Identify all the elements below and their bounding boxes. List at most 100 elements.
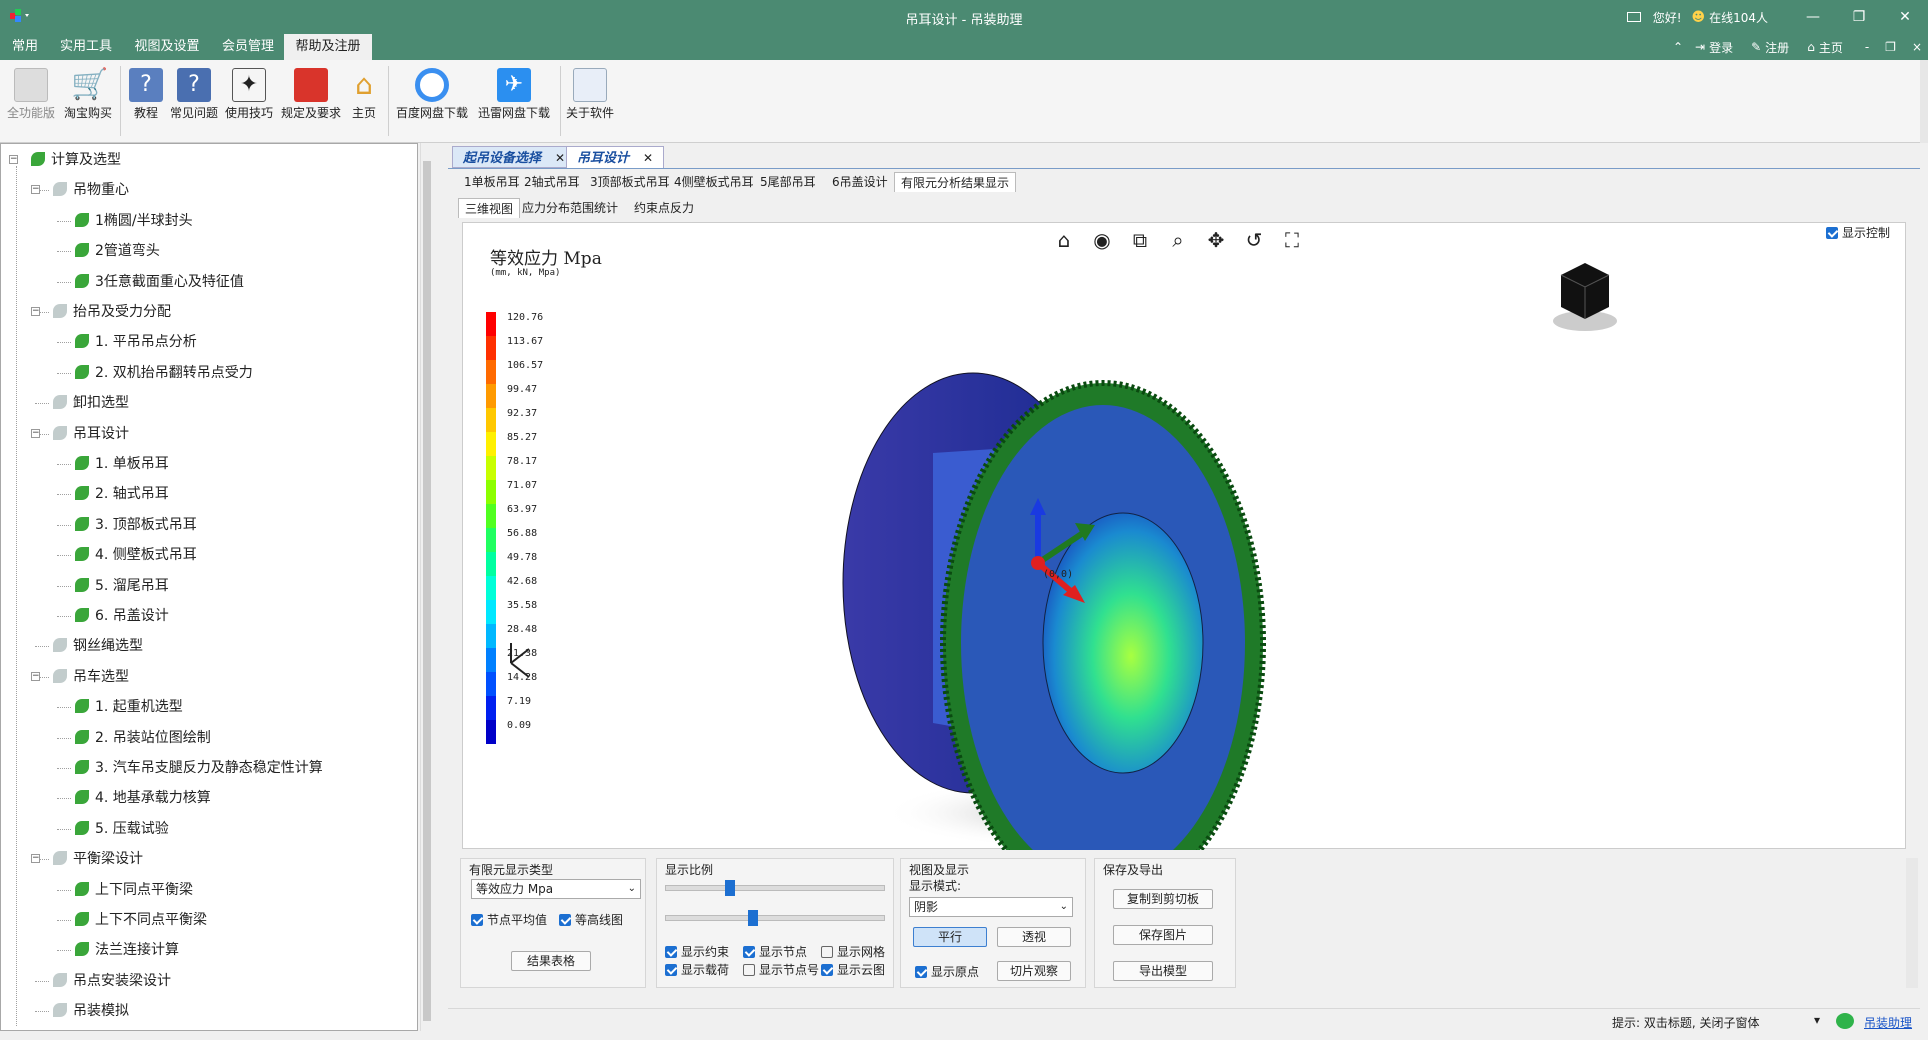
export-model-button[interactable]: 导出模型 [1113, 961, 1213, 981]
checkbox-box[interactable] [915, 966, 927, 978]
maximize-button[interactable]: ❐ [1836, 0, 1882, 34]
slider-thumb[interactable] [724, 880, 735, 896]
home-view-icon[interactable]: ⌂ [1052, 228, 1076, 252]
tree-item[interactable]: 2. 吊装站位图绘制 [75, 726, 211, 750]
minimize-button[interactable]: — [1790, 0, 1836, 34]
scale-slider-1[interactable] [665, 880, 885, 896]
lug-tab[interactable]: 4侧壁板式吊耳 [668, 172, 760, 192]
rules-button[interactable]: 规定及要求 [280, 64, 342, 140]
copy-clipboard-button[interactable]: 复制到剪切板 [1113, 889, 1213, 909]
zoom-icon[interactable]: ⌕ [1166, 228, 1190, 252]
slider-thumb[interactable] [747, 910, 758, 926]
checkbox-box[interactable] [665, 964, 677, 976]
tree-item[interactable]: 吊点安装梁设计 [53, 969, 171, 993]
tab-common[interactable]: 常用 [0, 34, 50, 60]
tree-item[interactable]: 5. 溜尾吊耳 [75, 574, 169, 598]
tree-item[interactable]: 上下不同点平衡梁 [75, 908, 207, 932]
home-button[interactable]: ⌂ 主页 [346, 64, 382, 140]
checkbox-box[interactable] [821, 964, 833, 976]
checkbox-box[interactable] [665, 946, 677, 958]
mdi-restore-icon[interactable]: ❐ [1885, 40, 1896, 54]
tab-tools[interactable]: 实用工具 [50, 34, 122, 60]
home-link[interactable]: 主页 [1819, 39, 1843, 56]
tree-expander[interactable]: − [31, 307, 40, 316]
lug-tab[interactable]: 1单板吊耳 [458, 172, 526, 192]
pan-icon[interactable]: ✥ [1204, 228, 1228, 252]
tree-item[interactable]: 1椭圆/半球封头 [75, 209, 193, 233]
about-button[interactable]: 关于软件 [564, 64, 616, 140]
tree-item[interactable]: 3. 汽车吊支腿反力及静态稳定性计算 [75, 756, 323, 780]
scale-option-checkbox[interactable]: 显示载荷 [665, 961, 729, 978]
tree-item[interactable]: 2. 双机抬吊翻转吊点受力 [75, 361, 253, 385]
tree-item[interactable]: 吊车选型 [53, 665, 129, 689]
tree-item[interactable]: 法兰连接计算 [75, 938, 179, 962]
node-average-checkbox[interactable]: 节点平均值 [471, 911, 547, 928]
save-image-button[interactable]: 保存图片 [1113, 925, 1213, 945]
checkbox-box[interactable] [559, 914, 571, 926]
faq-button[interactable]: ? 常见问题 [168, 64, 220, 140]
fe-type-select[interactable]: 等效应力 Mpa ⌄ [471, 879, 641, 899]
zoom-window-icon[interactable]: ⧉ [1128, 228, 1152, 252]
xunlei-download-button[interactable]: ✈ 迅雷网盘下载 [474, 64, 554, 140]
chevron-up-icon[interactable]: ⌃ [1673, 40, 1683, 54]
tree-expander[interactable]: − [31, 185, 40, 195]
fullscreen-icon[interactable]: ⛶ [1280, 228, 1304, 252]
checkbox-box[interactable] [471, 914, 483, 926]
tree-item[interactable]: 3. 顶部板式吊耳 [75, 513, 197, 537]
tree-item[interactable]: 2管道弯头 [75, 239, 160, 263]
tree-item[interactable]: 1. 平吊吊点分析 [75, 330, 197, 354]
tree-expander[interactable]: − [9, 155, 18, 164]
close-tab-icon[interactable]: ✕ [643, 151, 653, 165]
lug-tab[interactable]: 2轴式吊耳 [518, 172, 586, 192]
tips-button[interactable]: ✦ 使用技巧 [222, 64, 276, 140]
tab-membership[interactable]: 会员管理 [212, 34, 284, 60]
tab-equipment-selection[interactable]: 起吊设备选择 ✕ [452, 146, 577, 168]
login-link[interactable]: 登录 [1709, 39, 1733, 56]
tutorial-button[interactable]: ? 教程 [126, 64, 166, 140]
scale-slider-2[interactable] [665, 910, 885, 926]
3d-viewport[interactable]: (0,0) [462, 222, 1906, 850]
view-cube[interactable] [1553, 263, 1617, 331]
status-link[interactable]: 吊装助理 [1864, 1014, 1912, 1031]
tree-expander[interactable]: − [31, 428, 40, 438]
tree-item[interactable]: 平衡梁设计 [53, 847, 143, 871]
scale-option-checkbox[interactable]: 显示约束 [665, 943, 729, 960]
perspective-button[interactable]: 透视 [997, 927, 1071, 947]
tab-view-settings[interactable]: 视图及设置 [122, 34, 212, 60]
tree-item[interactable]: 4. 侧壁板式吊耳 [75, 543, 197, 567]
tree-item[interactable]: 5. 压载试验 [75, 817, 169, 841]
baidu-download-button[interactable]: 百度网盘下载 [394, 64, 470, 140]
register-link[interactable]: 注册 [1765, 39, 1789, 56]
checkbox-box[interactable] [743, 946, 755, 958]
tree-item[interactable]: 1. 起重机选型 [75, 695, 183, 719]
tree-item[interactable]: 吊运工装 [53, 1030, 129, 1031]
tree-item[interactable]: 6. 吊盖设计 [75, 604, 169, 628]
tree-item[interactable]: 卸扣选型 [53, 391, 129, 415]
lug-tab[interactable]: 5尾部吊耳 [754, 172, 822, 192]
view-tab[interactable]: 三维视图 [458, 198, 521, 218]
panel-scrollbar[interactable] [1906, 858, 1918, 988]
ribbon-scrollbar[interactable] [1920, 60, 1928, 143]
lug-tab[interactable]: 6吊盖设计 [826, 172, 894, 192]
tree-expander[interactable]: − [31, 671, 40, 681]
checkbox-box[interactable] [1826, 227, 1838, 239]
mdi-minimize-icon[interactable]: - [1865, 40, 1869, 54]
view-tab[interactable]: 约束点反力 [628, 198, 700, 218]
tree-item[interactable]: 吊装模拟 [53, 999, 129, 1023]
tree-item[interactable]: 1. 单板吊耳 [75, 452, 169, 476]
lug-tab[interactable]: 3顶部板式吊耳 [584, 172, 676, 192]
parallel-button[interactable]: 平行 [913, 927, 987, 947]
tree-item[interactable]: 2. 轴式吊耳 [75, 482, 169, 506]
scale-option-checkbox[interactable]: 显示网格 [821, 943, 885, 960]
orbit-icon[interactable]: ◉ [1090, 228, 1114, 252]
result-table-button[interactable]: 结果表格 [511, 951, 591, 971]
tree-item[interactable]: 吊耳设计 [53, 422, 129, 446]
checkbox-box[interactable] [821, 946, 833, 958]
mdi-close-icon[interactable]: × [1912, 40, 1922, 54]
tree-scrollbar[interactable] [420, 143, 432, 1031]
show-origin-checkbox[interactable]: 显示原点 [915, 963, 979, 980]
scrollbar-thumb[interactable] [423, 161, 431, 1021]
rotate-icon[interactable]: ↺ [1242, 228, 1266, 252]
scale-option-checkbox[interactable]: 显示云图 [821, 961, 885, 978]
tree-item[interactable]: 抬吊及受力分配 [53, 300, 171, 324]
